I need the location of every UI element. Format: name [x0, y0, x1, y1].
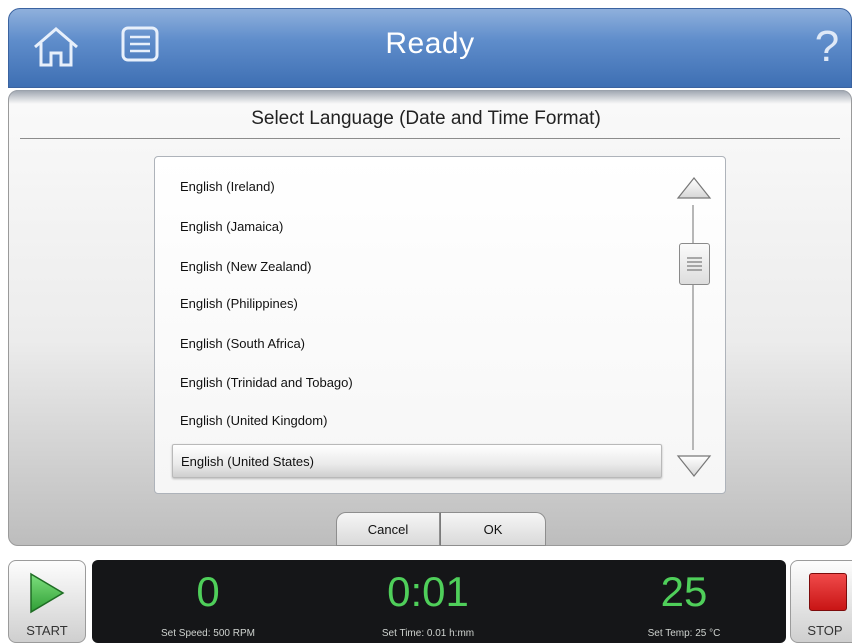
- speed-label: Set Speed: 500 RPM: [161, 628, 255, 639]
- scroll-up-arrow-icon[interactable]: [676, 174, 712, 200]
- start-button[interactable]: START: [8, 560, 86, 643]
- header-bar: Ready ?: [8, 8, 852, 88]
- list-item[interactable]: English (South Africa): [172, 327, 662, 361]
- cancel-button[interactable]: Cancel: [336, 512, 440, 546]
- temperature-label: Set Temp: 25 °C: [647, 628, 721, 639]
- ok-button[interactable]: OK: [440, 512, 546, 546]
- stop-label: STOP: [807, 623, 843, 638]
- list-item[interactable]: English (United Kingdom): [172, 404, 662, 438]
- list-item[interactable]: English (Trinidad and Tobago): [172, 366, 662, 400]
- temperature-readout: 25: [660, 568, 708, 615]
- dialog-title: Select Language (Date and Time Format): [251, 108, 601, 129]
- speed-readout: 0: [196, 568, 220, 615]
- play-icon: [27, 571, 67, 615]
- dialog-divider: [20, 138, 840, 139]
- time-readout: 0:01: [387, 568, 469, 615]
- list-item-selected[interactable]: English (United States): [172, 444, 662, 478]
- list-item[interactable]: English (Philippines): [172, 287, 662, 321]
- grip-lines-icon: [686, 255, 703, 273]
- stop-icon: [809, 573, 847, 611]
- stop-button[interactable]: STOP: [790, 560, 852, 643]
- list-item[interactable]: English (New Zealand): [172, 250, 662, 284]
- help-icon[interactable]: ?: [809, 21, 845, 73]
- scroll-down-arrow-icon[interactable]: [676, 454, 712, 480]
- start-label: START: [26, 623, 68, 638]
- list-item[interactable]: English (Jamaica): [172, 210, 662, 244]
- time-label: Set Time: 0.01 h:mm: [381, 628, 475, 639]
- scrollbar-track[interactable]: [692, 205, 694, 450]
- list-item[interactable]: English (Ireland): [172, 170, 662, 204]
- page-title: Ready: [385, 27, 475, 60]
- dialog-top-shade: [8, 90, 852, 104]
